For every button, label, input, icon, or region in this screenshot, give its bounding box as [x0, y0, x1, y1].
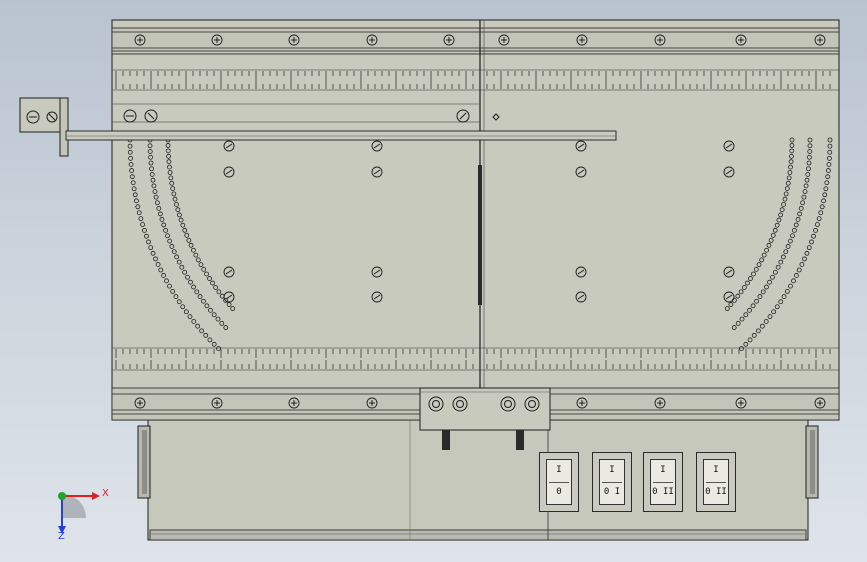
axis-triad: X Z — [52, 484, 122, 544]
switch-on-label: I — [660, 465, 666, 475]
cad-viewport[interactable]: I0I0 II0 II I 0 II X Z — [0, 0, 867, 562]
y-axis-dot — [58, 492, 66, 500]
rocker-face: I 0 II — [703, 459, 729, 505]
rocker-divider — [653, 482, 673, 483]
rocker-face: I 0 I — [599, 459, 625, 505]
switch-off-label: 0 — [556, 487, 562, 497]
rocker-face: I0 — [546, 459, 572, 505]
switch-on-label: I — [556, 465, 562, 475]
switch-off-label: 0 II — [652, 487, 674, 497]
rocker-divider — [706, 482, 726, 483]
x-axis-arrow — [92, 492, 100, 500]
switch-off-label: 0 I — [603, 487, 621, 497]
rocker-switch-2[interactable]: I 0 I — [592, 452, 632, 512]
rocker-divider — [602, 482, 622, 483]
switch-on-label: I — [609, 465, 615, 475]
x-axis-label: X — [102, 488, 109, 499]
z-axis-label: Z — [58, 531, 65, 542]
rocker-divider — [549, 482, 569, 483]
cad-model-drawing — [19, 19, 840, 541]
switch-on-label: I — [713, 465, 719, 475]
rocker-switch-3[interactable]: I 0 II — [643, 452, 683, 512]
rocker-switch-1[interactable]: I0 — [539, 452, 579, 512]
main-plate — [111, 19, 840, 421]
switch-off-label: 0 II — [705, 487, 727, 497]
rocker-face: I 0 II — [650, 459, 676, 505]
rocker-switch-4[interactable]: I 0 II — [696, 452, 736, 512]
